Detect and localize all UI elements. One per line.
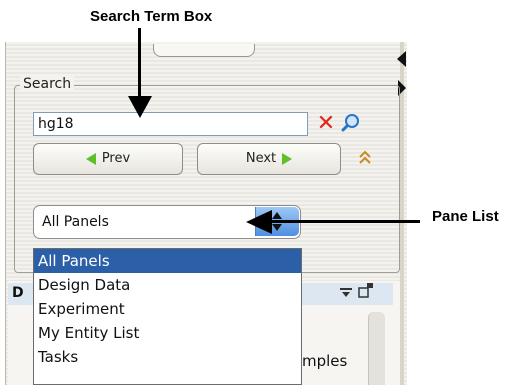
search-group-label: Search xyxy=(20,76,75,92)
prev-label: Prev xyxy=(101,151,131,166)
close-icon[interactable]: ✕ xyxy=(316,113,336,135)
chevron-double-up-icon[interactable] xyxy=(358,148,372,168)
dropdown-option-design-data[interactable]: Design Data xyxy=(34,273,301,297)
popout-icon[interactable] xyxy=(357,282,375,300)
dropdown-option-my-entity-list[interactable]: My Entity List xyxy=(34,321,301,345)
dropdown-option-experiment[interactable]: Experiment xyxy=(34,297,301,321)
dropdown-option-tasks[interactable]: Tasks xyxy=(34,345,301,369)
callout-arrowhead-down xyxy=(128,96,152,118)
prev-button[interactable]: Prev xyxy=(33,143,183,175)
arrow-left-icon xyxy=(85,152,96,165)
lower-panel-title-initial: D xyxy=(12,285,24,301)
next-label: Next xyxy=(245,151,277,166)
pane-list-callout: Pane List xyxy=(432,208,499,225)
triangle-left-icon[interactable] xyxy=(397,51,406,67)
search-term-box-callout: Search Term Box xyxy=(90,8,213,25)
search-input[interactable]: hg18 xyxy=(33,112,308,136)
next-button[interactable]: Next xyxy=(197,143,341,175)
dropdown-option-all-panels[interactable]: All Panels xyxy=(34,249,301,273)
minimize-icon[interactable] xyxy=(339,285,353,299)
callout-arrowhead-left xyxy=(246,210,272,234)
pane-list-dropdown: All Panels Design Data Experiment My Ent… xyxy=(33,248,302,385)
partial-list-text: mples xyxy=(302,352,348,370)
search-icon[interactable] xyxy=(340,112,362,134)
top-tab-handle[interactable] xyxy=(153,44,255,57)
callout-arrow-top xyxy=(138,28,141,98)
callout-arrow-right xyxy=(270,220,420,223)
vertical-scrollbar[interactable] xyxy=(368,312,385,385)
arrow-right-icon xyxy=(282,152,293,165)
